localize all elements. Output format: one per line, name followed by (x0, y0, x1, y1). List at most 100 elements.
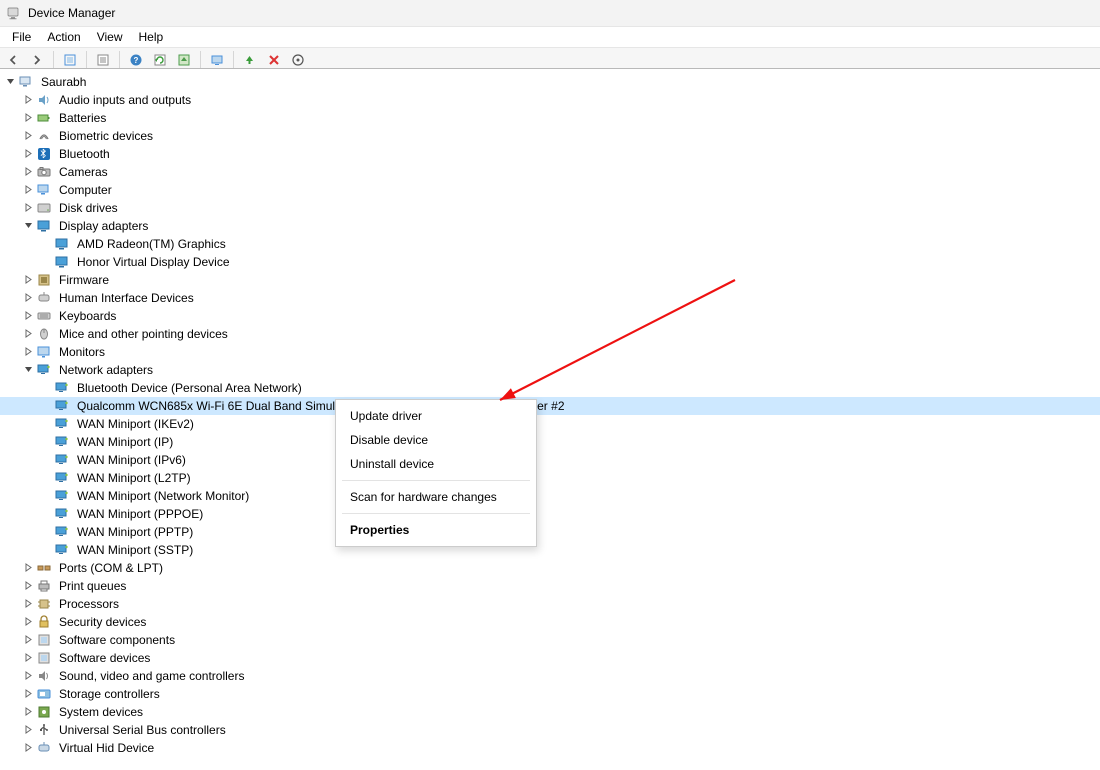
tree-node-cat-13-child-5[interactable]: WAN Miniport (L2TP) (0, 469, 1100, 487)
tree-node-cat-13-child-7[interactable]: WAN Miniport (PPPOE) (0, 505, 1100, 523)
ports-icon (36, 560, 52, 576)
tree-node-cat-24[interactable]: Virtual Hid Device (0, 739, 1100, 757)
tree-node-cat-10[interactable]: Keyboards (0, 307, 1100, 325)
context-menu-uninstall[interactable]: Uninstall device (336, 452, 536, 476)
chevron-right-icon[interactable] (22, 653, 34, 664)
chevron-right-icon[interactable] (22, 617, 34, 628)
chevron-right-icon[interactable] (22, 743, 34, 754)
tree-node-cat-5[interactable]: Computer (0, 181, 1100, 199)
chevron-right-icon[interactable] (22, 131, 34, 142)
context-menu-scan[interactable]: Scan for hardware changes (336, 485, 536, 509)
usb-icon (36, 722, 52, 738)
chevron-right-icon[interactable] (22, 167, 34, 178)
chevron-right-icon[interactable] (22, 689, 34, 700)
network-icon (54, 380, 70, 396)
chevron-right-icon[interactable] (22, 275, 34, 286)
tree-node-cat-4[interactable]: Cameras (0, 163, 1100, 181)
tree-node-cat-9[interactable]: Human Interface Devices (0, 289, 1100, 307)
tree-node-cat-13-child-4[interactable]: WAN Miniport (IPv6) (0, 451, 1100, 469)
tree-node-cat-17[interactable]: Security devices (0, 613, 1100, 631)
titlebar: Device Manager (0, 0, 1100, 27)
tree-node-cat-11[interactable]: Mice and other pointing devices (0, 325, 1100, 343)
chevron-right-icon[interactable] (22, 203, 34, 214)
tree-node-label: Bluetooth Device (Personal Area Network) (74, 380, 305, 396)
security-icon (36, 614, 52, 630)
tree-node-cat-21[interactable]: Storage controllers (0, 685, 1100, 703)
chevron-right-icon[interactable] (22, 311, 34, 322)
biometric-icon (36, 128, 52, 144)
tree-node-label: Security devices (56, 614, 149, 630)
chevron-right-icon[interactable] (22, 599, 34, 610)
bluetooth-icon (36, 146, 52, 162)
tree-node-cat-7-child-0[interactable]: AMD Radeon(TM) Graphics (0, 235, 1100, 253)
tree-node-label: WAN Miniport (IPv6) (74, 452, 189, 468)
tree-node-cat-14[interactable]: Ports (COM & LPT) (0, 559, 1100, 577)
display-icon (54, 236, 70, 252)
tree-node-cat-20[interactable]: Sound, video and game controllers (0, 667, 1100, 685)
tree-node-cat-19[interactable]: Software devices (0, 649, 1100, 667)
network-icon (54, 488, 70, 504)
tree-node-cat-2[interactable]: Biometric devices (0, 127, 1100, 145)
tree-node-cat-1[interactable]: Batteries (0, 109, 1100, 127)
tree-node-cat-0[interactable]: Audio inputs and outputs (0, 91, 1100, 109)
chevron-right-icon[interactable] (22, 185, 34, 196)
chevron-right-icon[interactable] (22, 635, 34, 646)
tree-node-label: Saurabh (38, 74, 89, 90)
chevron-right-icon[interactable] (22, 347, 34, 358)
tree-node-cat-13-child-6[interactable]: WAN Miniport (Network Monitor) (0, 487, 1100, 505)
tree-node-cat-13-child-2[interactable]: WAN Miniport (IKEv2) (0, 415, 1100, 433)
tree-node-cat-7-child-1[interactable]: Honor Virtual Display Device (0, 253, 1100, 271)
tree-node-cat-12[interactable]: Monitors (0, 343, 1100, 361)
chevron-right-icon[interactable] (22, 563, 34, 574)
menu-view[interactable]: View (89, 28, 131, 46)
tree-node-cat-6[interactable]: Disk drives (0, 199, 1100, 217)
tree-node-cat-16[interactable]: Processors (0, 595, 1100, 613)
chevron-right-icon[interactable] (22, 707, 34, 718)
tree-node-label: WAN Miniport (IKEv2) (74, 416, 197, 432)
tree-node-label: Software components (56, 632, 178, 648)
chevron-right-icon[interactable] (22, 329, 34, 340)
tree-node-cat-18[interactable]: Software components (0, 631, 1100, 649)
chevron-right-icon[interactable] (22, 95, 34, 106)
chevron-right-icon[interactable] (22, 113, 34, 124)
context-menu-update-driver[interactable]: Update driver (336, 404, 536, 428)
chevron-right-icon[interactable] (22, 581, 34, 592)
tree-node-label: Keyboards (56, 308, 119, 324)
menu-file[interactable]: File (4, 28, 39, 46)
tree-node-cat-13[interactable]: Network adapters (0, 361, 1100, 379)
computer-icon (36, 182, 52, 198)
tree-node-label: Human Interface Devices (56, 290, 197, 306)
tree-node-root[interactable]: Saurabh (0, 73, 1100, 91)
chevron-right-icon[interactable] (22, 149, 34, 160)
network-icon (54, 398, 70, 414)
chevron-right-icon[interactable] (22, 725, 34, 736)
tree-node-cat-13-child-8[interactable]: WAN Miniport (PPTP) (0, 523, 1100, 541)
tree-node-cat-7[interactable]: Display adapters (0, 217, 1100, 235)
tree-node-cat-15[interactable]: Print queues (0, 577, 1100, 595)
device-tree[interactable]: SaurabhAudio inputs and outputsBatteries… (0, 68, 1100, 770)
context-menu: Update driver Disable device Uninstall d… (335, 399, 537, 547)
tree-node-label: Bluetooth (56, 146, 113, 162)
chevron-down-icon[interactable] (22, 221, 34, 232)
context-menu-disable[interactable]: Disable device (336, 428, 536, 452)
menu-action[interactable]: Action (39, 28, 88, 46)
tree-node-cat-13-child-9[interactable]: WAN Miniport (SSTP) (0, 541, 1100, 559)
chevron-down-icon[interactable] (4, 77, 16, 88)
tree-node-label: Biometric devices (56, 128, 156, 144)
chevron-down-icon[interactable] (22, 365, 34, 376)
tree-node-cat-13-child-3[interactable]: WAN Miniport (IP) (0, 433, 1100, 451)
tree-node-cat-22[interactable]: System devices (0, 703, 1100, 721)
tree-node-label: System devices (56, 704, 146, 720)
context-menu-properties[interactable]: Properties (336, 518, 536, 542)
menubar: File Action View Help (0, 27, 1100, 48)
menu-help[interactable]: Help (131, 28, 172, 46)
chevron-right-icon[interactable] (22, 293, 34, 304)
chevron-right-icon[interactable] (22, 671, 34, 682)
tree-node-cat-13-child-0[interactable]: Bluetooth Device (Personal Area Network) (0, 379, 1100, 397)
tree-node-cat-23[interactable]: Universal Serial Bus controllers (0, 721, 1100, 739)
tree-node-label: Mice and other pointing devices (56, 326, 231, 342)
tree-node-label: Processors (56, 596, 122, 612)
tree-node-cat-13-child-1[interactable]: Qualcomm WCN685x Wi-Fi 6E Dual Band Simu… (0, 397, 1100, 415)
tree-node-cat-8[interactable]: Firmware (0, 271, 1100, 289)
tree-node-cat-3[interactable]: Bluetooth (0, 145, 1100, 163)
